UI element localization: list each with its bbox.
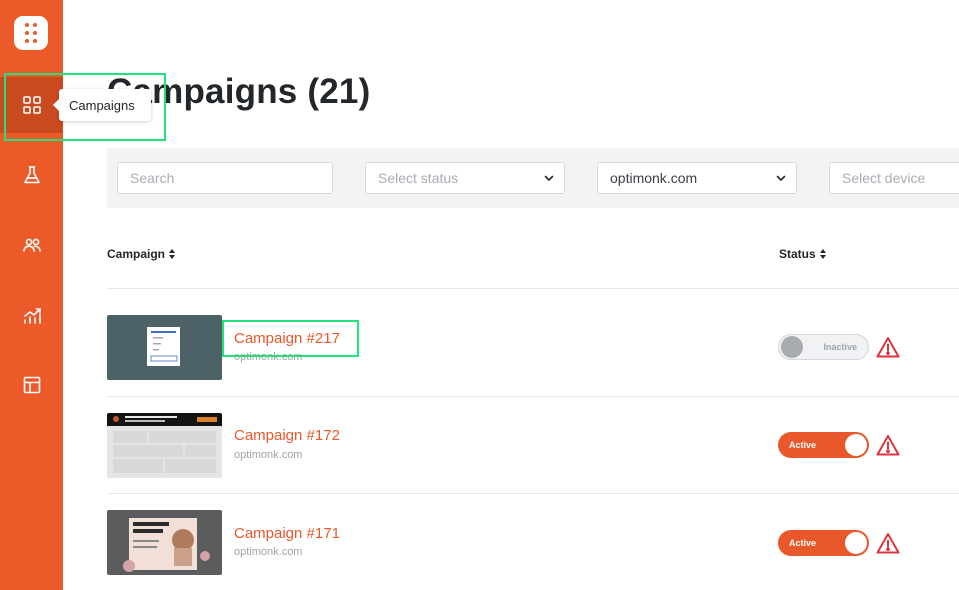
sort-icon bbox=[819, 249, 827, 259]
divider bbox=[107, 288, 959, 289]
layout-icon bbox=[23, 376, 40, 394]
column-header-label: Status bbox=[779, 247, 816, 261]
column-header-label: Campaign bbox=[107, 247, 166, 261]
campaign-domain: optimonk.com bbox=[234, 351, 303, 363]
chevron-down-icon bbox=[544, 175, 554, 182]
search-placeholder: Search bbox=[130, 170, 175, 186]
sidebar-item-templates[interactable] bbox=[0, 357, 63, 413]
status-select[interactable]: Select status bbox=[365, 162, 565, 194]
toggle-knob bbox=[781, 336, 803, 358]
search-input[interactable]: Search bbox=[117, 162, 333, 194]
chart-icon bbox=[23, 308, 41, 324]
grid-icon bbox=[22, 96, 41, 114]
sort-icon bbox=[169, 249, 176, 259]
filter-bar: Search Select status optimonk.com Select… bbox=[107, 148, 959, 208]
users-icon bbox=[22, 238, 41, 252]
sidebar-tooltip: Campaigns bbox=[53, 89, 151, 121]
sidebar-item-subscribers[interactable] bbox=[0, 217, 63, 273]
device-select[interactable]: Select device bbox=[829, 162, 959, 194]
divider bbox=[107, 396, 959, 397]
warning-icon[interactable] bbox=[876, 434, 900, 456]
status-label: Active bbox=[789, 538, 817, 548]
toggle-knob bbox=[845, 532, 867, 554]
campaign-name-link[interactable]: Campaign #171 bbox=[234, 525, 340, 542]
status-placeholder: Select status bbox=[378, 170, 459, 186]
column-header-campaign[interactable]: Campaign bbox=[107, 247, 176, 261]
toggle-knob bbox=[845, 434, 867, 456]
sidebar bbox=[0, 0, 63, 590]
campaign-domain: optimonk.com bbox=[234, 546, 303, 558]
domain-select[interactable]: optimonk.com bbox=[597, 162, 797, 194]
status-label: Active bbox=[789, 440, 817, 450]
chevron-down-icon bbox=[776, 175, 786, 182]
warning-icon[interactable] bbox=[876, 532, 900, 554]
column-header-status[interactable]: Status bbox=[779, 247, 827, 261]
status-label: Inactive bbox=[823, 342, 857, 352]
device-placeholder: Select device bbox=[842, 170, 926, 186]
campaign-thumbnail[interactable] bbox=[107, 510, 222, 575]
domain-value: optimonk.com bbox=[610, 170, 698, 186]
status-toggle[interactable]: Active bbox=[778, 530, 869, 556]
campaign-thumbnail[interactable] bbox=[107, 413, 222, 478]
campaign-domain: optimonk.com bbox=[234, 449, 303, 461]
campaign-name-link[interactable]: Campaign #217 bbox=[234, 330, 340, 347]
sidebar-item-analytics[interactable] bbox=[0, 287, 63, 343]
flask-icon bbox=[23, 166, 40, 184]
logo-icon[interactable] bbox=[14, 16, 48, 50]
warning-icon[interactable] bbox=[876, 336, 900, 358]
status-toggle[interactable]: Inactive bbox=[778, 334, 869, 360]
campaign-name-link[interactable]: Campaign #172 bbox=[234, 427, 340, 444]
campaign-thumbnail[interactable] bbox=[107, 315, 222, 380]
status-toggle[interactable]: Active bbox=[778, 432, 869, 458]
divider bbox=[107, 493, 959, 494]
sidebar-item-experiments[interactable] bbox=[0, 147, 63, 203]
